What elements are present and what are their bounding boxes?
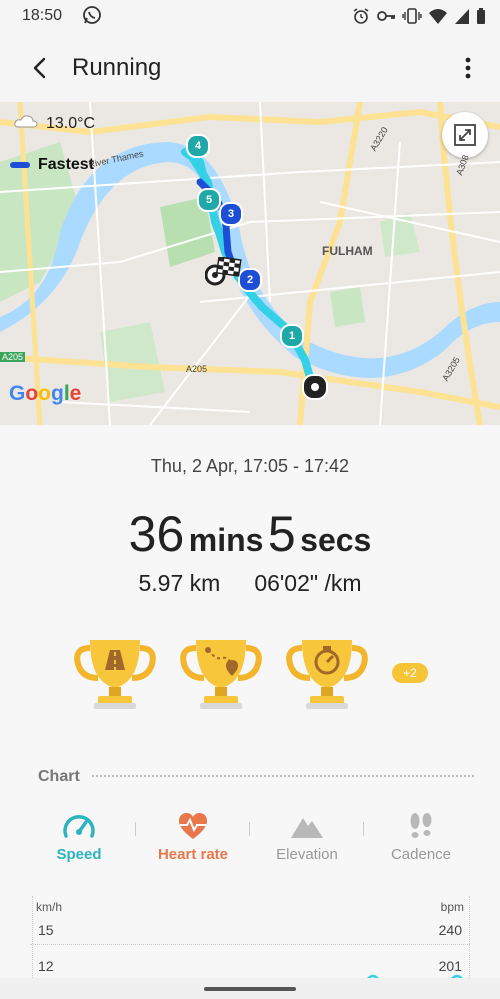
cloud-icon <box>14 114 38 133</box>
route-marker: 1 <box>280 324 304 348</box>
fastest-label: Fastest <box>38 156 95 173</box>
signal-icon <box>454 7 470 25</box>
tab-elevation-label: Elevation <box>276 846 338 863</box>
expand-map-button[interactable] <box>442 112 488 158</box>
map-place-label: FULHAM <box>322 244 373 258</box>
road-label: A205 <box>0 352 26 362</box>
back-arrow-icon[interactable] <box>26 54 54 82</box>
left-tick: 12 <box>38 958 54 974</box>
route-trophy-icon[interactable] <box>178 630 264 716</box>
google-attribution: Google <box>9 382 82 405</box>
app-bar: Running <box>0 34 500 102</box>
status-time: 18:50 <box>22 7 63 24</box>
tab-heart-rate-label: Heart rate <box>157 846 229 863</box>
home-gesture-handle[interactable] <box>204 987 296 991</box>
chart-heading: Chart <box>38 768 80 785</box>
route-marker: 5 <box>197 188 221 212</box>
route-marker: 4 <box>186 134 210 158</box>
right-tick: 240 <box>438 922 462 938</box>
map-canvas <box>0 102 500 425</box>
vibrate-icon <box>402 7 422 25</box>
tab-heart-rate[interactable]: Heart rate <box>136 812 250 868</box>
tab-speed-label: Speed <box>56 846 102 863</box>
fastest-legend: Fastest <box>10 156 94 174</box>
chart-metric-tabs: Speed Heart rate Elevation Cadence <box>22 812 478 868</box>
heart-rate-icon <box>178 813 208 839</box>
alarm-icon <box>352 7 370 25</box>
left-axis-unit: km/h <box>36 900 63 914</box>
wifi-icon <box>428 7 448 25</box>
key-icon <box>376 7 396 25</box>
footprints-icon <box>410 813 432 838</box>
start-marker-icon <box>302 374 328 400</box>
pace-value: 06'02" /km <box>254 570 362 596</box>
more-vert-icon[interactable] <box>464 54 472 82</box>
fullscreen-icon <box>454 124 476 146</box>
tab-elevation[interactable]: Elevation <box>250 812 364 868</box>
left-tick: 15 <box>38 922 54 938</box>
temperature-value: 13.0°C <box>46 114 96 132</box>
finish-flag-icon <box>204 256 249 292</box>
tab-speed[interactable]: Speed <box>22 812 136 868</box>
fastest-line-icon <box>10 162 30 168</box>
speedometer-icon <box>63 815 95 838</box>
road-trophy-icon[interactable] <box>72 630 158 716</box>
duration-mins-label: mins <box>188 522 264 558</box>
route-map[interactable]: 1 2 3 4 5 13.0°C Fastest FULHAM River Th… <box>0 102 500 425</box>
stopwatch-trophy-icon[interactable] <box>284 630 370 716</box>
tab-cadence-label: Cadence <box>390 846 452 863</box>
workout-date-range: Thu, 2 Apr, 17:05 - 17:42 <box>150 456 350 476</box>
right-axis-unit: bpm <box>440 900 464 914</box>
tab-cadence[interactable]: Cadence <box>364 812 478 868</box>
page-title: Running <box>72 54 162 81</box>
weather-temperature: 13.0°C <box>14 114 95 133</box>
trophy-row <box>72 630 370 716</box>
status-bar: 18:50 <box>0 0 500 34</box>
system-nav-bar <box>0 978 500 999</box>
duration-mins-value: 36 <box>128 506 185 562</box>
workout-duration: 36 mins 5 secs <box>0 505 500 563</box>
divider <box>92 775 474 777</box>
mountain-icon <box>291 818 323 838</box>
distance-value: 5.97 km <box>138 570 221 596</box>
more-trophies-badge[interactable]: +2 <box>392 663 428 683</box>
road-label: A205 <box>186 364 208 374</box>
duration-secs-label: secs <box>300 522 372 558</box>
battery-icon <box>476 7 486 25</box>
whatsapp-icon <box>82 5 102 25</box>
chart-gridline <box>30 944 470 945</box>
workout-stats: 5.97 km 06'02" /km <box>0 570 500 597</box>
duration-secs-value: 5 <box>267 506 296 562</box>
route-marker: 3 <box>219 202 243 226</box>
